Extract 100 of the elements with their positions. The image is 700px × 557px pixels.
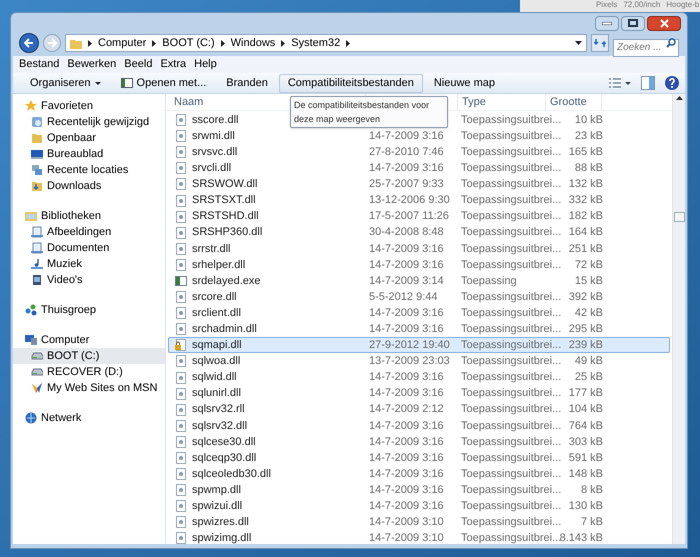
size-cell: 42 kB <box>574 306 603 319</box>
size-cell: 591 kB <box>568 452 603 464</box>
back-button[interactable] <box>19 33 39 53</box>
preview-pane-icon[interactable] <box>641 76 655 90</box>
nav-item[interactable]: My Web Sites on MSN <box>13 380 165 396</box>
recent-icon <box>31 116 43 128</box>
menu-item[interactable]: Beeld <box>124 56 152 73</box>
file-icon <box>175 162 187 174</box>
file-name: srdelayed.exe <box>192 274 260 289</box>
size-cell: 164 kB <box>568 226 603 238</box>
nav-item[interactable]: Documenten <box>13 240 165 256</box>
file-icon <box>175 388 187 400</box>
refresh-button[interactable] <box>591 34 609 52</box>
application-icon <box>175 274 187 287</box>
menu-item[interactable]: Extra <box>160 56 186 73</box>
app-label: Hoogte-b <box>666 0 700 10</box>
menu-item[interactable]: Help <box>194 56 217 73</box>
download-icon <box>31 180 43 192</box>
size-cell: 764 kB <box>568 420 603 432</box>
file-name: sqlwid.dll <box>192 370 237 386</box>
search-icon <box>666 38 676 48</box>
minimize-button[interactable] <box>595 16 619 30</box>
computer-icon <box>25 334 37 346</box>
date-cell: 14-7-2009 3:16 <box>369 306 444 319</box>
menu-item[interactable]: Bewerken <box>67 56 116 73</box>
file-icon <box>175 178 187 190</box>
nav-group-header[interactable]: Netwerk <box>13 410 165 426</box>
breadcrumb[interactable]: System32 <box>291 34 340 52</box>
music-icon <box>31 258 43 270</box>
column-header[interactable]: Type <box>462 94 486 110</box>
nav-item[interactable]: BOOT (C:) <box>13 348 165 364</box>
breadcrumb[interactable]: Computer <box>98 34 146 52</box>
address-bar[interactable]: Computer BOOT (C:) Windows System32 <box>65 34 587 52</box>
close-button[interactable] <box>647 16 681 30</box>
column-header[interactable]: Naam <box>174 94 204 110</box>
file-icon <box>175 404 187 416</box>
file-icon <box>175 500 187 512</box>
nav-item[interactable]: RECOVER (D:) <box>13 364 165 380</box>
file-name: srcore.dll <box>192 290 237 305</box>
maximize-button[interactable] <box>621 16 645 30</box>
date-cell: 14-7-2009 3:10 <box>369 516 444 528</box>
size-cell: 148 kB <box>568 468 603 480</box>
toolbar-button[interactable]: Branden <box>217 74 277 92</box>
view-options-icon[interactable] <box>609 78 631 88</box>
nav-group-header[interactable]: Bibliotheken <box>13 208 165 224</box>
type-cell: Toepassingsuitbrei... <box>461 532 562 544</box>
search-field[interactable]: Zoeken ... <box>613 38 679 56</box>
file-name: sqlsrv32.rll <box>192 402 245 418</box>
date-cell: 14-7-2009 3:16 <box>369 436 444 448</box>
type-cell: Toepassingsuitbrei... <box>461 194 562 206</box>
places-icon <box>31 164 43 176</box>
nav-group-header[interactable]: Favorieten <box>13 98 165 114</box>
nav-group-header[interactable]: Thuisgroep <box>13 302 165 318</box>
file-row[interactable]: sqmapi.dll 27-9-2012 19:40 Toepassingsuitbrei... 239 kB <box>168 337 670 354</box>
nav-item[interactable]: Recentelijk gewijzigd <box>13 114 165 130</box>
scrollbar[interactable] <box>672 94 685 544</box>
nav-item[interactable]: Bureaublad <box>13 146 165 162</box>
nav-item[interactable]: Downloads <box>13 178 165 194</box>
toolbar-button[interactable]: Openen met... <box>112 74 216 92</box>
file-name: srvsvc.dll <box>192 144 238 160</box>
nav-item[interactable]: Recente locaties <box>13 162 165 178</box>
chevron-icon <box>88 40 92 46</box>
star-icon <box>25 100 37 112</box>
date-cell: 14-7-2009 3:14 <box>369 274 444 287</box>
nav-item[interactable]: Video's <box>13 272 165 288</box>
toolbar-button[interactable]: Compatibiliteitsbestanden <box>278 74 423 92</box>
type-cell: Toepassingsuitbrei... <box>461 323 562 336</box>
size-cell: 132 kB <box>568 178 603 190</box>
date-cell: 14-7-2009 3:16 <box>369 500 444 512</box>
toolbar-button[interactable]: Organiseren <box>21 74 110 92</box>
scroll-thumb[interactable] <box>674 212 684 222</box>
locked-file-icon <box>175 339 187 352</box>
date-cell: 14-7-2009 3:10 <box>369 532 444 544</box>
help-icon[interactable] <box>665 76 679 90</box>
app-label: 72,00/inch <box>623 0 660 10</box>
breadcrumb[interactable]: BOOT (C:) <box>162 34 215 52</box>
type-cell: Toepassingsuitbrei... <box>461 258 562 271</box>
toolbar-button[interactable]: Nieuwe map <box>424 74 504 92</box>
breadcrumb[interactable]: Windows <box>230 34 276 52</box>
nav-item[interactable]: Afbeeldingen <box>13 224 165 240</box>
nav-group-header[interactable]: Computer <box>13 332 165 348</box>
column-header[interactable]: Grootte <box>550 94 587 110</box>
file-name: srclient.dll <box>192 306 241 321</box>
size-cell: 239 kB <box>568 339 603 352</box>
type-cell: Toepassingsuitbrei... <box>461 226 562 238</box>
menu-item[interactable]: Bestand <box>19 56 60 73</box>
nav-item[interactable]: Openbaar <box>13 130 165 146</box>
close-icon <box>660 18 668 28</box>
size-cell: 182 kB <box>568 210 603 222</box>
file-name: sqlceoledb30.dll <box>192 466 271 482</box>
chevron-icon <box>152 40 156 46</box>
type-cell: Toepassingsuitbrei... <box>461 516 562 528</box>
size-cell: 104 kB <box>568 403 603 416</box>
nav-item[interactable]: Muziek <box>13 256 165 272</box>
scroll-up-icon[interactable] <box>676 96 682 100</box>
file-icon <box>175 307 187 320</box>
size-cell: 7 kB <box>580 516 603 528</box>
size-cell: 72 kB <box>574 258 603 271</box>
date-cell: 14-7-2009 3:16 <box>369 371 444 384</box>
size-cell: 15 kB <box>574 274 603 287</box>
